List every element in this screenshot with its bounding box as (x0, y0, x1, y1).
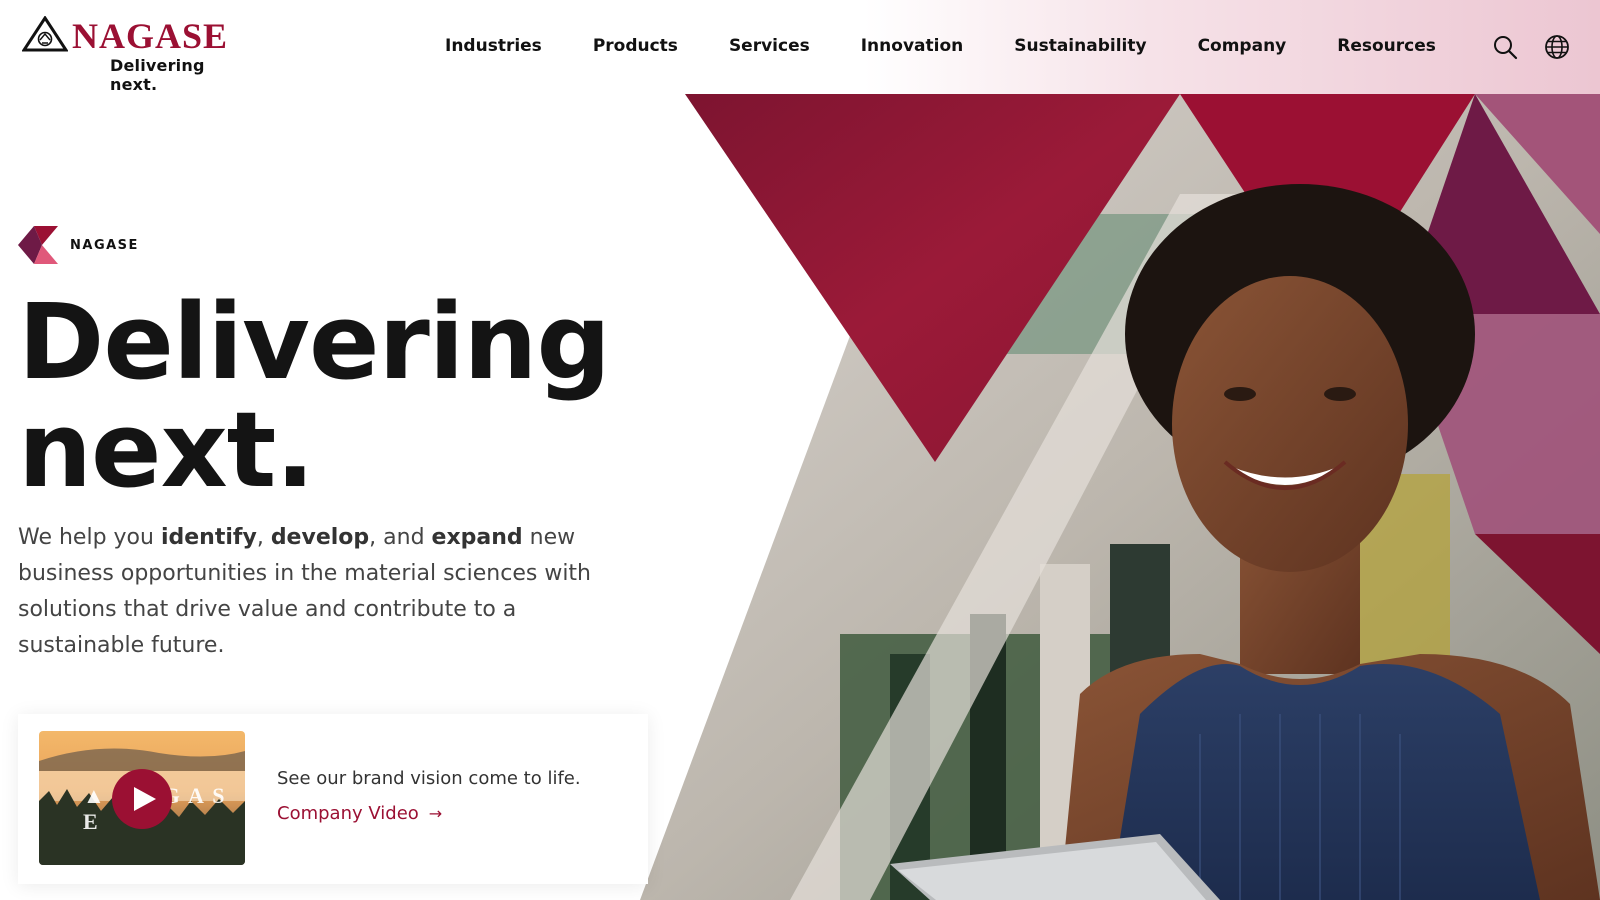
nagase-chevron-icon (18, 226, 58, 264)
nav-item-sustainability[interactable]: Sustainability (1014, 34, 1146, 58)
search-icon (1494, 36, 1518, 60)
company-video-card: ▲ N A G A S E See our brand vision come … (18, 714, 648, 884)
intro-bold-expand: expand (431, 525, 523, 550)
intro-text: We help you (18, 525, 161, 550)
headline-line-1: Delivering (18, 281, 611, 403)
video-thumbnail[interactable]: ▲ N A G A S E (39, 731, 245, 865)
nagase-logo[interactable]: NAGASE Delivering next. (22, 16, 252, 94)
hero-image (640, 94, 1600, 900)
search-button[interactable] (1492, 34, 1518, 60)
video-description: See our brand vision come to life. (277, 768, 581, 789)
nav-item-services[interactable]: Services (729, 34, 810, 58)
arrow-right-icon: → (428, 804, 443, 823)
play-button[interactable] (112, 769, 172, 829)
company-video-link-label: Company Video (277, 803, 419, 824)
nav-item-resources[interactable]: Resources (1337, 34, 1436, 58)
globe-icon (1545, 35, 1569, 59)
intro-bold-identify: identify (160, 525, 257, 550)
company-video-link[interactable]: Company Video → (277, 803, 442, 824)
main-nav: Industries Products Services Innovation … (445, 34, 1436, 58)
eyebrow-label: NAGASE (70, 237, 139, 253)
nav-item-products[interactable]: Products (593, 34, 678, 58)
headline-line-2: next. (18, 389, 315, 511)
nav-item-company[interactable]: Company (1198, 34, 1287, 58)
logo-tagline: Delivering next. (110, 56, 205, 94)
hero-headline: Delivering next. (18, 288, 638, 504)
language-button[interactable] (1544, 34, 1570, 60)
logo-wordmark: NAGASE (72, 16, 229, 56)
nav-item-industries[interactable]: Industries (445, 34, 542, 58)
hero-eyebrow: NAGASE (18, 226, 139, 264)
play-icon (134, 787, 156, 811)
site-header: NAGASE Delivering next. Industries Produ… (0, 0, 1600, 94)
intro-bold-develop: develop (270, 525, 370, 550)
hero-intro: We help you identify, develop, and expan… (18, 520, 598, 664)
intro-text: , (256, 525, 271, 550)
nagase-emblem-icon (22, 16, 68, 52)
intro-text: , and (369, 525, 432, 550)
hero-photo-illustration (640, 94, 1600, 900)
nav-item-innovation[interactable]: Innovation (861, 34, 964, 58)
